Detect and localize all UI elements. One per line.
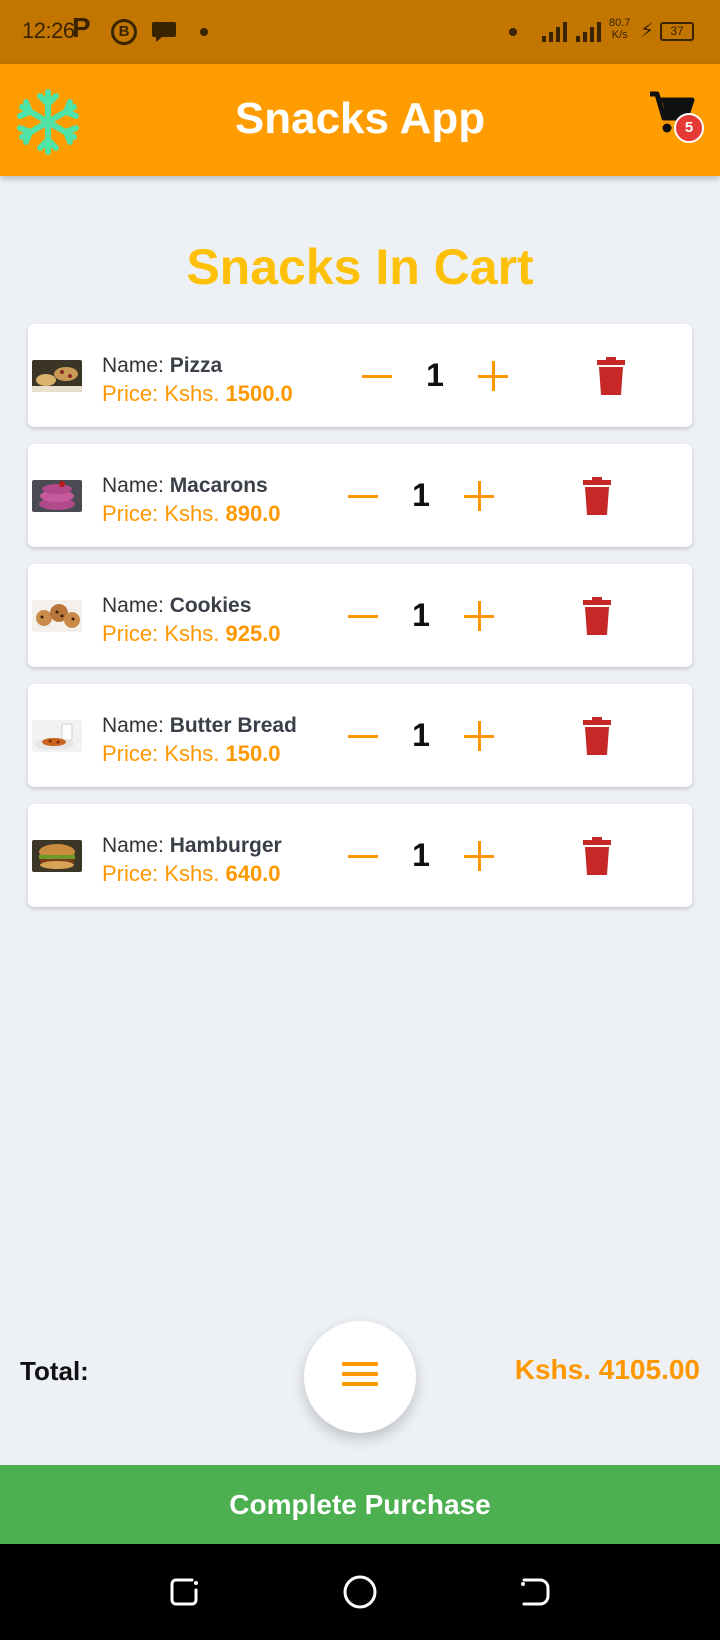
decrease-quantity-button[interactable]	[362, 360, 394, 392]
delete-item-button[interactable]	[596, 357, 626, 395]
decrease-quantity-button[interactable]	[348, 720, 380, 752]
hamburger-menu-icon	[342, 1382, 378, 1386]
network-speed-unit: K/s	[611, 29, 628, 41]
quantity-value: 1	[412, 717, 430, 753]
network-speed: 80.7 K/s	[609, 17, 630, 41]
notification-dot-icon	[200, 28, 208, 36]
chat-icon	[151, 20, 177, 49]
total-value: Kshs. 4105.00	[514, 1354, 700, 1385]
trash-icon	[583, 717, 611, 755]
item-name: Name: Macarons	[102, 474, 268, 497]
app-bar: Snacks App 5	[0, 64, 720, 176]
item-name: Name: Cookies	[102, 594, 252, 617]
app-title: Snacks App	[234, 94, 486, 143]
system-nav-bar	[0, 1544, 720, 1640]
delete-item-button[interactable]	[582, 597, 612, 635]
macarons-thumbnail	[32, 480, 82, 512]
quantity-value: 1	[412, 837, 430, 873]
item-price: Price: Kshs. 150.0	[102, 741, 281, 766]
status-bar: 12:26 P B 80.7 K/s ⚡ 37	[0, 0, 720, 64]
trash-icon	[583, 597, 611, 635]
butter-bread-thumbnail	[32, 720, 82, 752]
status-time: 12:26	[22, 18, 75, 43]
cart-item-card: Name: Pizza Price: Kshs. 1500.0 1	[28, 324, 692, 427]
quantity-value: 1	[426, 357, 444, 393]
cart-item-card: Name: Butter Bread Price: Kshs. 150.0 1	[28, 684, 692, 787]
back-button[interactable]	[518, 1574, 554, 1610]
hamburger-menu-icon	[342, 1362, 378, 1366]
item-price: Price: Kshs. 640.0	[102, 861, 281, 886]
increase-quantity-button[interactable]	[464, 600, 496, 632]
complete-purchase-button[interactable]: Complete Purchase	[0, 1465, 720, 1544]
item-name: Name: Pizza	[102, 354, 223, 377]
back-icon	[521, 1578, 550, 1606]
trash-icon	[583, 477, 611, 515]
total-label: Total:	[20, 1356, 89, 1386]
delete-item-button[interactable]	[582, 717, 612, 755]
p-app-icon: P	[72, 12, 91, 43]
b-app-icon: B	[111, 19, 137, 45]
quantity-value: 1	[412, 597, 430, 633]
network-speed-value: 80.7	[609, 17, 631, 29]
charging-icon: ⚡	[640, 20, 655, 42]
page-title: Snacks In Cart	[186, 239, 534, 295]
decrease-quantity-button[interactable]	[348, 600, 380, 632]
recent-apps-icon	[170, 1578, 198, 1606]
trash-icon	[597, 357, 625, 395]
increase-quantity-button[interactable]	[464, 480, 496, 512]
item-price: Price: Kshs. 1500.0	[102, 381, 293, 406]
cart-item-card: Name: Cookies Price: Kshs. 925.0 1	[28, 564, 692, 667]
hamburger-menu-icon	[342, 1372, 378, 1376]
decrease-quantity-button[interactable]	[348, 480, 380, 512]
item-name: Name: Hamburger	[102, 834, 282, 857]
quantity-value: 1	[412, 477, 430, 513]
item-price: Price: Kshs. 890.0	[102, 501, 281, 526]
increase-quantity-button[interactable]	[464, 720, 496, 752]
signal-icon	[542, 20, 606, 49]
delete-item-button[interactable]	[582, 477, 612, 515]
home-button[interactable]	[342, 1574, 378, 1610]
increase-quantity-button[interactable]	[478, 360, 510, 392]
trash-icon	[583, 837, 611, 875]
hamburger-thumbnail	[32, 840, 82, 872]
cookies-thumbnail	[32, 600, 82, 632]
decrease-quantity-button[interactable]	[348, 840, 380, 872]
notification-dot-icon	[509, 28, 517, 36]
battery-icon: 37	[660, 22, 694, 41]
cart-item-card: Name: Hamburger Price: Kshs. 640.0 1	[28, 804, 692, 907]
recent-apps-button[interactable]	[166, 1574, 202, 1610]
cart-count-badge: 5	[674, 113, 704, 143]
increase-quantity-button[interactable]	[464, 840, 496, 872]
item-name: Name: Butter Bread	[102, 714, 297, 737]
item-price: Price: Kshs. 925.0	[102, 621, 281, 646]
menu-fab-button[interactable]	[304, 1321, 416, 1433]
delete-item-button[interactable]	[582, 837, 612, 875]
cart-item-card: Name: Macarons Price: Kshs. 890.0 1	[28, 444, 692, 547]
home-circle-icon	[343, 1575, 377, 1609]
pizza-thumbnail	[32, 360, 82, 392]
